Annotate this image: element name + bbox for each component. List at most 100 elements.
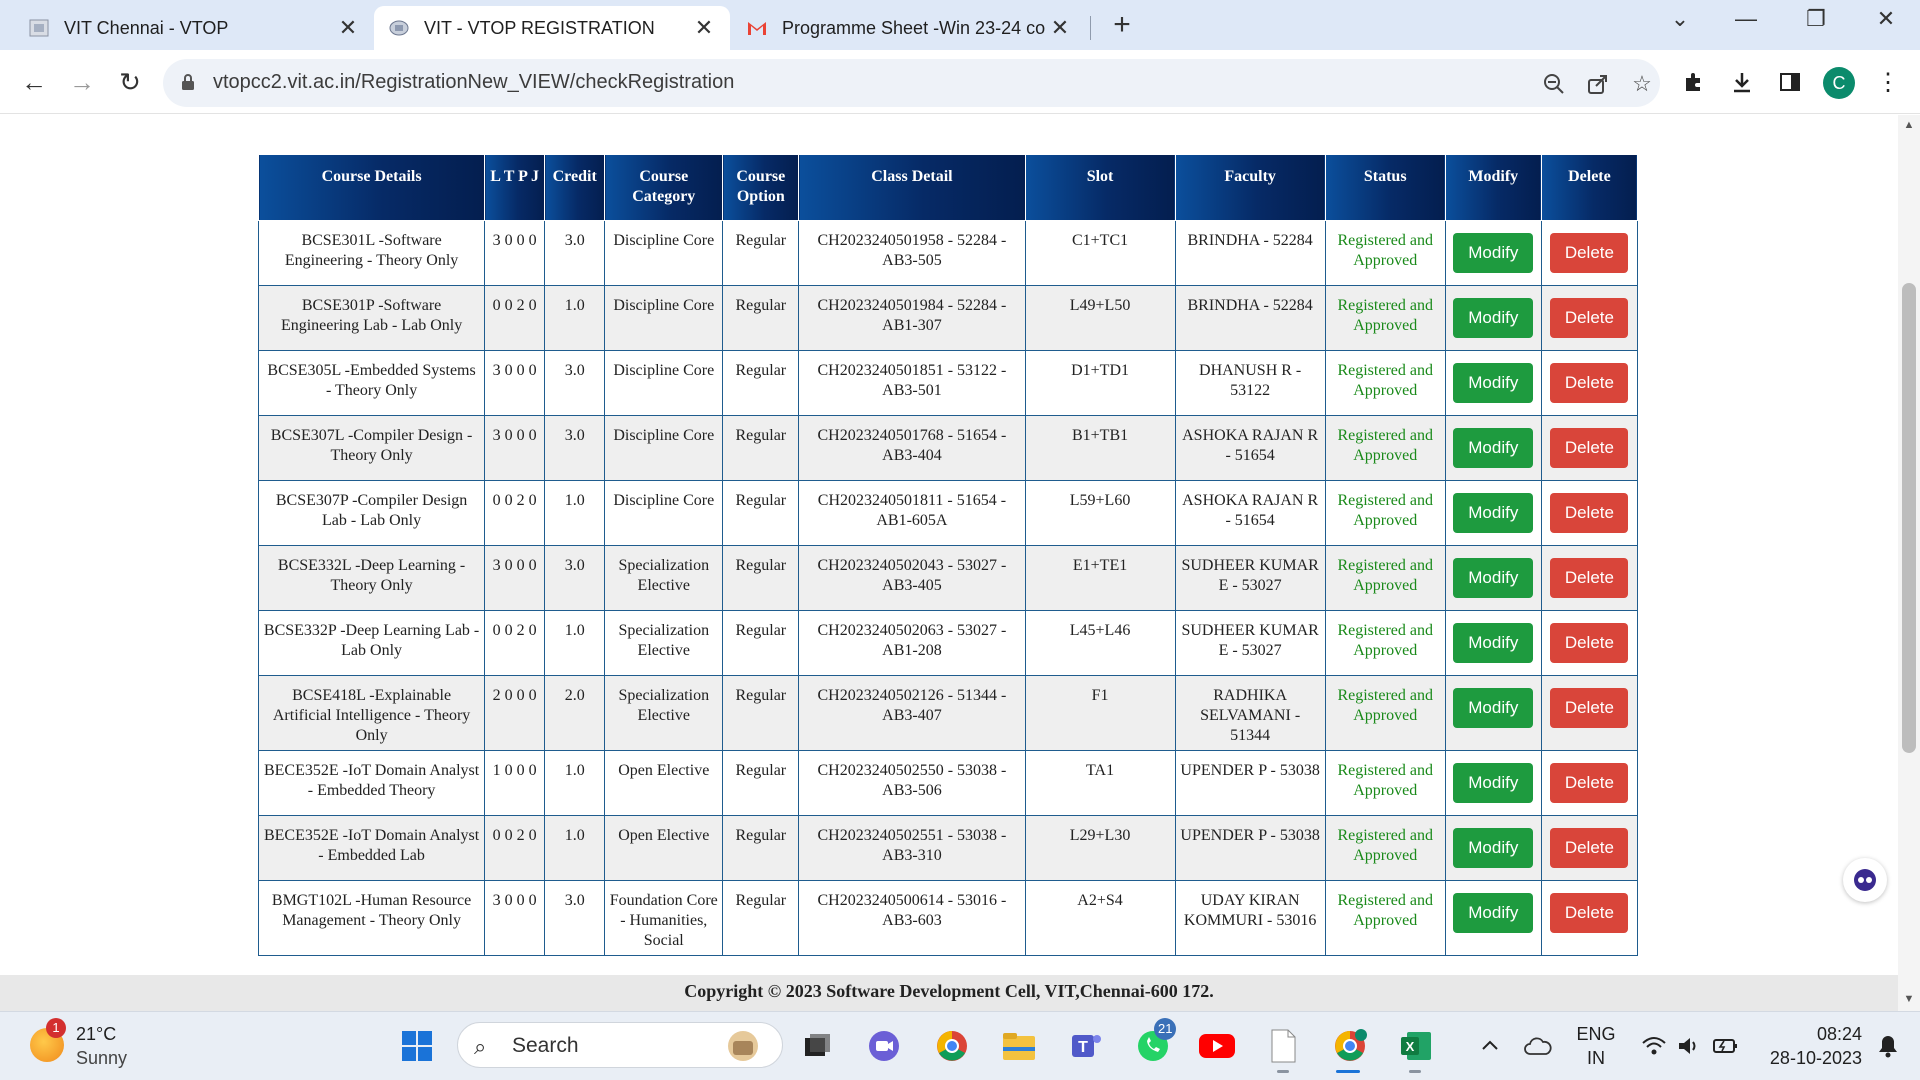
profile-avatar[interactable]: C xyxy=(1823,67,1855,99)
language-indicator[interactable]: ENG xyxy=(1564,1024,1628,1045)
close-icon[interactable]: ✕ xyxy=(1048,15,1072,41)
search-icon: ⌕ xyxy=(474,1034,487,1059)
delete-button[interactable]: Delete xyxy=(1550,623,1629,663)
bookmark-star-icon[interactable]: ☆ xyxy=(1629,71,1655,97)
onedrive-cloud-icon[interactable] xyxy=(1518,1026,1558,1066)
modify-button[interactable]: Modify xyxy=(1453,428,1534,468)
modify-button[interactable]: Modify xyxy=(1453,493,1534,533)
back-arrow-icon[interactable]: ← xyxy=(14,62,54,102)
delete-button[interactable]: Delete xyxy=(1550,298,1629,338)
excel-icon[interactable]: X xyxy=(1396,1026,1436,1066)
forward-arrow-icon[interactable]: → xyxy=(62,62,102,102)
weather-temperature[interactable]: 21°C xyxy=(76,1024,116,1045)
ltpj-cell: 3 0 0 0 xyxy=(484,350,546,416)
delete-button[interactable]: Delete xyxy=(1550,558,1629,598)
ltpj-cell: 0 0 2 0 xyxy=(484,815,546,881)
credit-cell: 3.0 xyxy=(544,880,606,956)
minimize-icon[interactable]: — xyxy=(1726,6,1766,32)
zoom-icon[interactable] xyxy=(1541,71,1567,97)
course-details-cell: BCSE301L -Software Engineering - Theory … xyxy=(257,220,486,286)
faculty-cell: SUDHEER KUMAR E - 53027 xyxy=(1174,545,1326,611)
teams-meet-icon[interactable] xyxy=(864,1026,904,1066)
modify-button[interactable]: Modify xyxy=(1453,688,1534,728)
weather-condition[interactable]: Sunny xyxy=(76,1048,127,1069)
language-region[interactable]: IN xyxy=(1564,1048,1628,1069)
new-tab-plus-icon[interactable]: + xyxy=(1104,8,1140,42)
taskbar-search[interactable]: ⌕ Search xyxy=(457,1022,783,1068)
show-hidden-icons-chevron-icon[interactable] xyxy=(1470,1026,1510,1066)
share-icon[interactable] xyxy=(1585,71,1611,97)
table-row: BCSE305L -Embedded Systems - Theory Only… xyxy=(257,350,1639,416)
tab-search-chevron-icon[interactable]: ⌄ xyxy=(1660,6,1700,32)
reload-icon[interactable]: ↻ xyxy=(110,62,150,102)
tab-vit-chennai[interactable]: VIT Chennai - VTOP ✕ xyxy=(14,6,374,50)
side-panel-icon[interactable] xyxy=(1774,66,1806,98)
notepad-icon[interactable] xyxy=(1263,1026,1303,1066)
assistant-bubble-icon[interactable] xyxy=(1843,858,1887,902)
delete-button[interactable]: Delete xyxy=(1550,233,1629,273)
download-icon[interactable] xyxy=(1726,66,1758,98)
active-indicator xyxy=(1336,1070,1360,1073)
chrome-icon[interactable] xyxy=(932,1026,972,1066)
table-row: BECE352E -IoT Domain Analyst - Embedded … xyxy=(257,815,1639,881)
delete-button[interactable]: Delete xyxy=(1550,828,1629,868)
scroll-down-arrow-icon[interactable]: ▼ xyxy=(1902,993,1916,1007)
page-scrollbar[interactable]: ▲ ▼ xyxy=(1898,115,1920,1011)
ltpj-cell: 2 0 0 0 xyxy=(484,675,546,751)
task-view-icon[interactable] xyxy=(797,1026,837,1066)
delete-button[interactable]: Delete xyxy=(1550,363,1629,403)
course-details-cell: BCSE307L -Compiler Design - Theory Only xyxy=(257,415,486,481)
close-icon[interactable]: ✕ xyxy=(336,15,360,41)
address-bar[interactable]: vtopcc2.vit.ac.in/RegistrationNew_VIEW/c… xyxy=(163,59,1660,107)
class-detail-cell: CH2023240502126 - 51344 - AB3-407 xyxy=(798,675,1026,751)
extensions-puzzle-icon[interactable] xyxy=(1678,66,1710,98)
slot-cell: L49+L50 xyxy=(1024,285,1176,351)
scroll-up-arrow-icon[interactable]: ▲ xyxy=(1902,119,1916,133)
modify-cell: Modify xyxy=(1444,675,1542,751)
delete-button[interactable]: Delete xyxy=(1550,688,1629,728)
modify-button[interactable]: Modify xyxy=(1453,558,1534,598)
chrome-profile-icon[interactable] xyxy=(1330,1026,1370,1066)
modify-button[interactable]: Modify xyxy=(1453,363,1534,403)
notification-bell-icon[interactable] xyxy=(1868,1026,1908,1066)
restore-icon[interactable]: ❐ xyxy=(1796,6,1836,32)
class-detail-cell: CH2023240500614 - 53016 - AB3-603 xyxy=(798,880,1026,956)
ltpj-cell: 1 0 0 0 xyxy=(484,750,546,816)
delete-button[interactable]: Delete xyxy=(1550,893,1629,933)
menu-kebab-icon[interactable]: ⋮ xyxy=(1872,66,1904,98)
tab-programme-sheet[interactable]: Programme Sheet -Win 23-24 co ✕ xyxy=(732,6,1086,50)
window-close-icon[interactable]: ✕ xyxy=(1866,6,1906,32)
header-status: Status xyxy=(1324,154,1446,221)
teams-icon[interactable]: T xyxy=(1066,1026,1106,1066)
clock-date[interactable]: 28-10-2023 xyxy=(1752,1048,1862,1069)
tab-vtop-registration[interactable]: VIT - VTOP REGISTRATION ✕ xyxy=(374,6,730,50)
course-option-cell: Regular xyxy=(722,675,800,751)
course-category-cell: Foundation Core - Humanities, Social xyxy=(604,880,724,956)
windows-start-icon[interactable] xyxy=(397,1026,437,1066)
modify-button[interactable]: Modify xyxy=(1453,893,1534,933)
delete-button[interactable]: Delete xyxy=(1550,493,1629,533)
wifi-icon[interactable] xyxy=(1634,1026,1674,1066)
faculty-cell: UPENDER P - 53038 xyxy=(1174,750,1326,816)
modify-button[interactable]: Modify xyxy=(1453,828,1534,868)
volume-icon[interactable] xyxy=(1670,1026,1710,1066)
modify-button[interactable]: Modify xyxy=(1453,233,1534,273)
table-row: BCSE332P -Deep Learning Lab - Lab Only 0 … xyxy=(257,610,1639,676)
modify-button[interactable]: Modify xyxy=(1453,623,1534,663)
modify-button[interactable]: Modify xyxy=(1453,763,1534,803)
browser-toolbar: ← → ↻ vtopcc2.vit.ac.in/RegistrationNew_… xyxy=(0,50,1920,114)
delete-button[interactable]: Delete xyxy=(1550,428,1629,468)
delete-button[interactable]: Delete xyxy=(1550,763,1629,803)
youtube-icon[interactable] xyxy=(1197,1026,1237,1066)
close-icon[interactable]: ✕ xyxy=(692,15,716,41)
scroll-thumb[interactable] xyxy=(1902,283,1916,753)
course-details-cell: BCSE305L -Embedded Systems - Theory Only xyxy=(257,350,486,416)
clock-time[interactable]: 08:24 xyxy=(1752,1024,1862,1045)
svg-text:X: X xyxy=(1406,1039,1415,1054)
credit-cell: 3.0 xyxy=(544,545,606,611)
modify-button[interactable]: Modify xyxy=(1453,298,1534,338)
file-explorer-icon[interactable] xyxy=(999,1026,1039,1066)
faculty-cell: RADHIKA SELVAMANI - 51344 xyxy=(1174,675,1326,751)
faculty-cell: ASHOKA RAJAN R - 51654 xyxy=(1174,415,1326,481)
battery-icon[interactable] xyxy=(1706,1026,1746,1066)
